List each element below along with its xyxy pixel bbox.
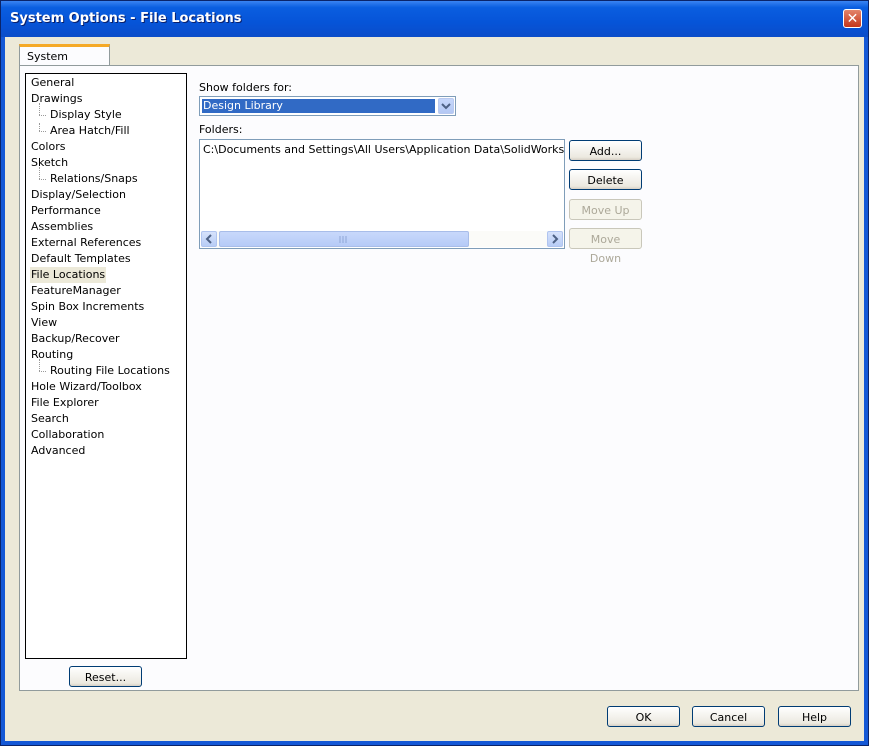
tree-connector: [39, 359, 40, 371]
close-button[interactable]: ✕: [843, 9, 862, 28]
tree-item[interactable]: Display/Selection: [30, 187, 127, 203]
tree-item[interactable]: File Locations: [30, 267, 107, 283]
ok-button[interactable]: OK: [607, 706, 680, 727]
tree-connector: [39, 115, 46, 116]
tree-item[interactable]: Area Hatch/Fill: [49, 123, 131, 139]
tree-item[interactable]: External References: [30, 235, 142, 251]
title-bar[interactable]: System Options - File Locations ✕: [1, 1, 868, 37]
dialog-client-area: System Options GeneralDrawingsDisplay St…: [5, 37, 864, 741]
tree-item[interactable]: Display Style: [49, 107, 123, 123]
tree-item[interactable]: Routing: [30, 347, 74, 363]
tree-item[interactable]: Spin Box Increments: [30, 299, 145, 315]
delete-button[interactable]: Delete: [569, 169, 642, 190]
tree-item[interactable]: Collaboration: [30, 427, 105, 443]
grip-icon: [339, 236, 347, 243]
tree-item[interactable]: File Explorer: [30, 395, 100, 411]
horizontal-scrollbar[interactable]: [201, 231, 563, 247]
reset-button[interactable]: Reset...: [69, 666, 142, 687]
tree-connector: [39, 123, 40, 131]
tree-item[interactable]: Relations/Snaps: [49, 171, 139, 187]
tree-connector: [39, 131, 46, 132]
tree-item[interactable]: Hole Wizard/Toolbox: [30, 379, 143, 395]
scroll-right-button[interactable]: [547, 231, 563, 247]
folders-label: Folders:: [199, 123, 243, 136]
chevron-right-icon: [552, 234, 559, 244]
tree-item[interactable]: Default Templates: [30, 251, 132, 267]
tree-item[interactable]: Advanced: [30, 443, 86, 459]
cancel-button[interactable]: Cancel: [692, 706, 765, 727]
tree-item[interactable]: View: [30, 315, 58, 331]
list-item[interactable]: C:\Documents and Settings\All Users\Appl…: [203, 143, 564, 156]
options-tree[interactable]: General Drawings Display Style Area Hatch/F…: [25, 73, 187, 659]
tree-connector: [39, 167, 40, 179]
tab-system-options[interactable]: System Options: [19, 44, 110, 76]
tree-item[interactable]: Performance: [30, 203, 102, 219]
chevron-left-icon: [205, 234, 212, 244]
tree-item[interactable]: General: [30, 75, 75, 91]
move-up-button[interactable]: Move Up: [569, 199, 642, 220]
tree-connector: [39, 371, 46, 372]
system-options-window: System Options - File Locations ✕ System…: [0, 0, 869, 746]
tree-item[interactable]: Search: [30, 411, 70, 427]
scrollbar-thumb[interactable]: [219, 231, 469, 247]
close-icon: ✕: [846, 11, 859, 27]
scroll-left-button[interactable]: [201, 231, 217, 247]
tree-item[interactable]: Backup/Recover: [30, 331, 121, 347]
tree-connector: [39, 103, 40, 115]
tree-item[interactable]: FeatureManager: [30, 283, 122, 299]
chevron-down-icon: [441, 103, 451, 110]
dropdown-button[interactable]: [438, 98, 454, 114]
tree-item[interactable]: Sketch: [30, 155, 69, 171]
options-panel: General Drawings Display Style Area Hatch/F…: [19, 65, 859, 691]
help-button[interactable]: Help: [778, 706, 851, 727]
show-folders-label: Show folders for:: [199, 81, 292, 94]
move-down-button[interactable]: Move Down: [569, 228, 642, 265]
add-button[interactable]: Add...: [569, 140, 642, 161]
window-title: System Options - File Locations: [10, 11, 242, 26]
show-folders-dropdown[interactable]: Design Library: [199, 96, 456, 116]
show-folders-value: Design Library: [202, 99, 435, 113]
tree-item[interactable]: Routing File Locations: [49, 363, 171, 379]
folders-list[interactable]: C:\Documents and Settings\All Users\Appl…: [199, 139, 565, 249]
tree-connector: [39, 179, 46, 180]
tree-item[interactable]: Assemblies: [30, 219, 94, 235]
tree-item[interactable]: Colors: [30, 139, 66, 155]
